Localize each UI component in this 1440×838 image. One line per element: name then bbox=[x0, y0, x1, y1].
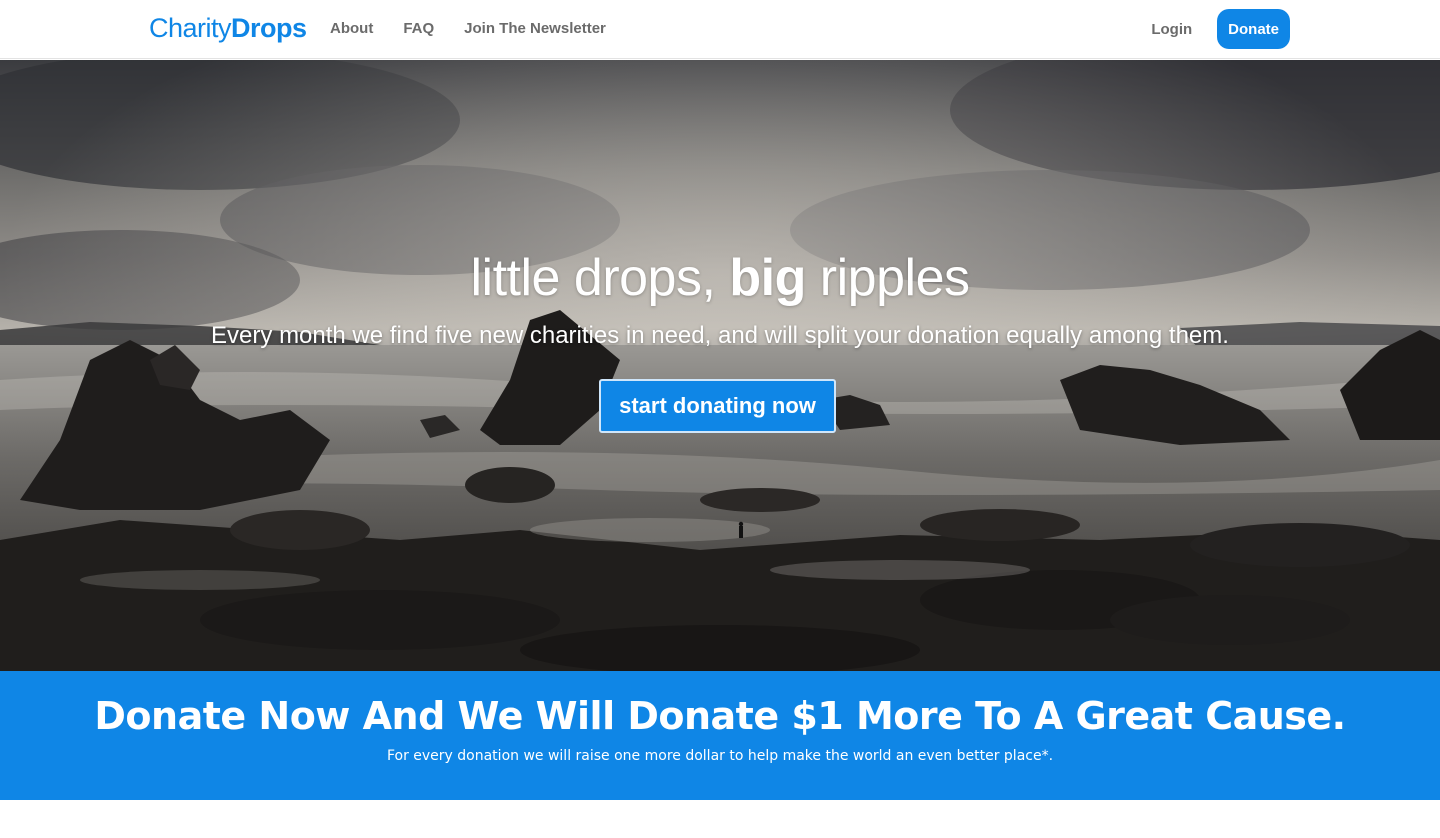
logo-text-bold: Drops bbox=[231, 13, 307, 43]
logo-text-light: Charity bbox=[149, 13, 232, 43]
hero-subtitle: Every month we find five new charities i… bbox=[211, 322, 1229, 349]
nav-actions: Login Donate bbox=[1151, 9, 1290, 49]
hero-section: little drops, big ripples Every month we… bbox=[0, 60, 1440, 671]
login-link[interactable]: Login bbox=[1151, 21, 1192, 38]
hero-title: little drops, big ripples bbox=[0, 248, 1440, 308]
hero-title-part2: ripples bbox=[805, 249, 970, 307]
main-nav: About FAQ Join The Newsletter bbox=[330, 19, 606, 39]
promo-title: Donate Now And We Will Donate $1 More To… bbox=[94, 694, 1346, 738]
hero-title-bold: big bbox=[729, 249, 806, 307]
nav-link-newsletter[interactable]: Join The Newsletter bbox=[464, 19, 606, 39]
promo-subtitle: For every donation we will raise one mor… bbox=[386, 748, 1054, 764]
promo-banner: Donate Now And We Will Donate $1 More To… bbox=[0, 671, 1440, 800]
hero-title-part1: little drops, bbox=[470, 249, 730, 307]
start-donating-button[interactable]: start donating now bbox=[599, 379, 836, 433]
nav-link-faq[interactable]: FAQ bbox=[403, 19, 434, 39]
hero-content: little drops, big ripples Every month we… bbox=[0, 60, 1440, 671]
charitydrops-logo[interactable]: CharityDrops bbox=[149, 12, 307, 44]
donate-button[interactable]: Donate bbox=[1217, 9, 1290, 49]
nav-link-about[interactable]: About bbox=[330, 19, 373, 39]
top-navbar: CharityDrops About FAQ Join The Newslett… bbox=[0, 0, 1440, 59]
